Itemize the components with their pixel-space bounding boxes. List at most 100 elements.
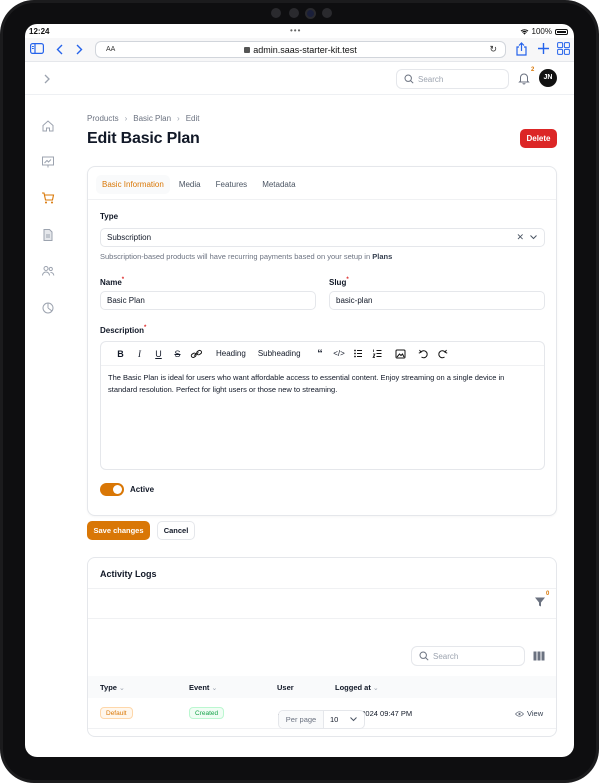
column-header-logged-at[interactable]: Logged at ⌄ bbox=[335, 683, 379, 692]
heading-button[interactable]: Heading bbox=[210, 349, 252, 358]
global-search[interactable] bbox=[396, 69, 509, 89]
ordered-list-icon[interactable] bbox=[368, 349, 387, 358]
per-page-select[interactable]: Per page 10 bbox=[278, 710, 365, 729]
url-display[interactable]: admin.saas-starter-kit.test bbox=[96, 45, 505, 55]
type-badge: Default bbox=[100, 707, 133, 719]
wifi-icon bbox=[520, 29, 528, 35]
redo-icon[interactable] bbox=[433, 349, 452, 359]
tab-features[interactable]: Features bbox=[210, 175, 254, 194]
cancel-button[interactable]: Cancel bbox=[157, 521, 195, 540]
back-icon[interactable] bbox=[56, 44, 63, 55]
event-badge: Created bbox=[189, 707, 225, 719]
column-event-label: Event bbox=[189, 683, 210, 692]
multitasking-dots-icon[interactable]: ••• bbox=[290, 26, 301, 35]
delete-button[interactable]: Delete bbox=[520, 129, 557, 148]
forward-icon[interactable] bbox=[76, 44, 83, 55]
type-select[interactable]: Subscription ✕ bbox=[100, 228, 545, 247]
breadcrumb-item-products[interactable]: Products bbox=[87, 114, 119, 123]
camera-lens-icon bbox=[306, 9, 314, 17]
slug-field[interactable]: basic-plan bbox=[329, 291, 545, 310]
sensor-dot bbox=[321, 8, 332, 18]
users-icon[interactable] bbox=[41, 264, 55, 278]
column-logged-at-label: Logged at bbox=[335, 683, 371, 692]
strikethrough-icon[interactable]: S bbox=[168, 349, 187, 359]
bullet-list-icon[interactable] bbox=[349, 349, 368, 358]
sensor-dot bbox=[270, 8, 281, 18]
breadcrumb-item-basic-plan[interactable]: Basic Plan bbox=[133, 114, 171, 123]
type-hint-text: Subscription-based products will have re… bbox=[100, 252, 373, 261]
active-label: Active bbox=[130, 485, 155, 494]
name-field[interactable]: Basic Plan bbox=[100, 291, 316, 310]
chevron-right-icon: › bbox=[177, 114, 180, 123]
column-header-type[interactable]: Type ⌄ bbox=[100, 683, 125, 692]
quote-icon[interactable]: “ bbox=[311, 348, 330, 360]
search-icon bbox=[404, 74, 414, 84]
app-topbar: 2 JN bbox=[25, 63, 574, 95]
underline-icon[interactable]: U bbox=[149, 349, 168, 359]
document-icon[interactable] bbox=[41, 228, 55, 242]
italic-icon[interactable]: I bbox=[130, 349, 149, 359]
battery-percent: 100% bbox=[531, 27, 552, 36]
code-icon[interactable]: </> bbox=[330, 349, 349, 358]
table-header: Type ⌄ Event ⌄ User Logged at ⌄ bbox=[88, 676, 556, 698]
status-bar: 12:24 ••• 100% bbox=[25, 24, 574, 38]
search-icon bbox=[419, 651, 429, 661]
view-label: View bbox=[527, 709, 544, 718]
activity-logs-title: Activity Logs bbox=[100, 569, 157, 579]
required-marker: * bbox=[346, 277, 349, 283]
chevron-down-icon bbox=[350, 717, 357, 722]
plans-link[interactable]: Plans bbox=[372, 252, 392, 261]
chevron-down-icon: ⌄ bbox=[118, 685, 125, 692]
save-changes-button[interactable]: Save changes bbox=[87, 521, 150, 540]
divider bbox=[88, 618, 556, 619]
tab-metadata[interactable]: Metadata bbox=[256, 175, 301, 194]
expand-sidebar-icon[interactable] bbox=[44, 74, 50, 84]
notification-badge: 2 bbox=[531, 67, 535, 73]
description-label: Description* bbox=[100, 325, 146, 335]
form-tabs: Basic Information Media Features Metadat… bbox=[96, 175, 302, 195]
page-title: Edit Basic Plan bbox=[87, 130, 200, 147]
editor-toolbar: B I U S Heading Subheading “ </> bbox=[101, 342, 544, 366]
reload-icon[interactable]: ↻ bbox=[489, 44, 497, 55]
subheading-button[interactable]: Subheading bbox=[252, 349, 307, 358]
chevron-down-icon: ⌄ bbox=[211, 685, 218, 692]
undo-icon[interactable] bbox=[414, 349, 433, 359]
presentation-chart-icon[interactable] bbox=[41, 155, 55, 169]
bell-icon[interactable] bbox=[517, 71, 531, 85]
type-select-value: Subscription bbox=[107, 233, 152, 242]
camera-bar bbox=[258, 7, 344, 19]
tab-overview-icon[interactable] bbox=[557, 42, 570, 55]
type-hint: Subscription-based products will have re… bbox=[100, 252, 392, 261]
url-text: admin.saas-starter-kit.test bbox=[253, 45, 357, 55]
logs-search[interactable] bbox=[411, 646, 525, 666]
column-header-user: User bbox=[277, 683, 294, 692]
link-icon[interactable] bbox=[187, 349, 206, 359]
filter-icon[interactable] bbox=[534, 596, 546, 608]
tab-media[interactable]: Media bbox=[173, 175, 207, 194]
shopping-cart-icon[interactable] bbox=[41, 191, 55, 205]
column-header-event[interactable]: Event ⌄ bbox=[189, 683, 217, 692]
logs-search-input[interactable] bbox=[433, 647, 521, 665]
new-tab-icon[interactable] bbox=[538, 43, 549, 54]
search-input[interactable] bbox=[418, 70, 506, 88]
rich-text-editor[interactable]: B I U S Heading Subheading “ </> The Bas… bbox=[100, 341, 545, 470]
active-toggle[interactable] bbox=[100, 483, 124, 496]
browser-toolbar: AA admin.saas-starter-kit.test ↻ bbox=[25, 38, 574, 62]
required-marker: * bbox=[121, 277, 125, 283]
address-bar[interactable]: AA admin.saas-starter-kit.test ↻ bbox=[95, 41, 506, 58]
view-action[interactable]: View bbox=[515, 709, 543, 718]
user-avatar[interactable]: JN bbox=[539, 69, 557, 87]
image-icon[interactable] bbox=[391, 349, 410, 359]
sidebar-toggle-icon[interactable] bbox=[30, 43, 44, 54]
device-frame: 12:24 ••• 100% AA admin.saas-starter-kit… bbox=[0, 0, 599, 783]
columns-toggle-icon[interactable] bbox=[533, 651, 545, 661]
share-icon[interactable] bbox=[516, 42, 527, 56]
chevron-down-icon[interactable] bbox=[530, 235, 537, 240]
breadcrumb-item-edit: Edit bbox=[185, 114, 200, 123]
pie-chart-icon[interactable] bbox=[41, 301, 55, 315]
clear-icon[interactable]: ✕ bbox=[516, 229, 524, 246]
tab-basic-information[interactable]: Basic Information bbox=[96, 175, 170, 194]
description-text[interactable]: The Basic Plan is ideal for users who wa… bbox=[108, 372, 534, 396]
home-icon[interactable] bbox=[41, 119, 55, 133]
bold-icon[interactable]: B bbox=[111, 349, 130, 359]
